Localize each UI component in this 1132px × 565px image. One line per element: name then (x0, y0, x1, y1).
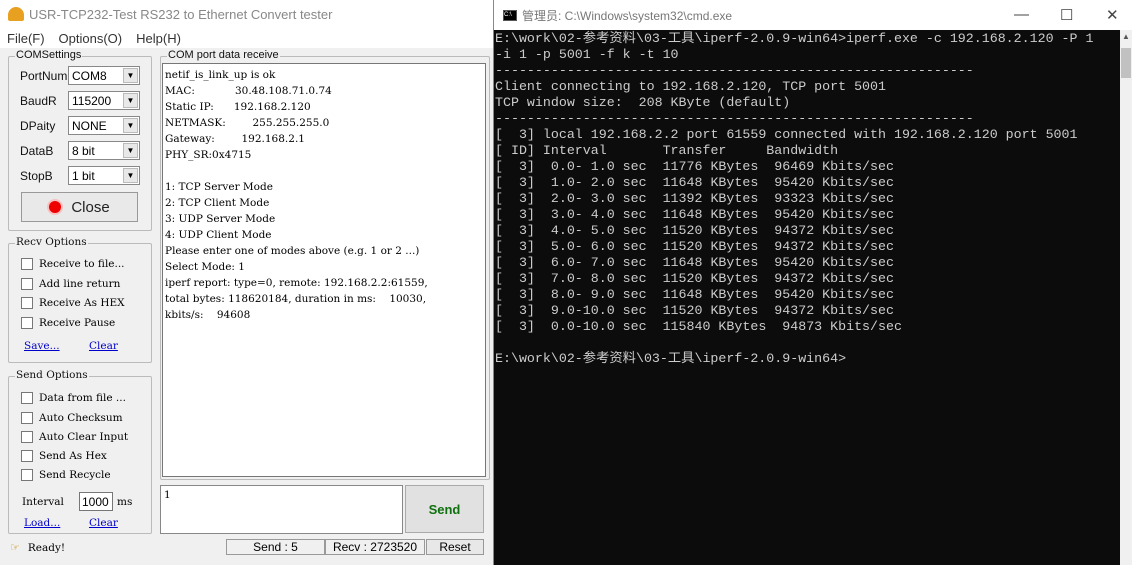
title-bar: USR-TCP232-Test RS232 to Ethernet Conver… (0, 0, 493, 28)
clear-send-link[interactable]: Clear (89, 517, 118, 529)
checkbox-box[interactable] (21, 412, 33, 424)
group-title: COM port data receive (167, 49, 280, 61)
group-title: Send Options (15, 369, 89, 381)
add-line-return-checkbox[interactable]: Add line return (21, 278, 120, 290)
checkbox-box[interactable] (21, 469, 33, 481)
select-value: 8 bit (72, 143, 95, 158)
hand-pointer-icon: ☞ (10, 542, 20, 554)
checkbox-label: Send As Hex (39, 450, 107, 462)
field-label: DataB (20, 143, 54, 158)
select-value: 115200 (72, 93, 112, 108)
chevron-down-icon[interactable]: ▼ (123, 168, 138, 183)
receive-textarea[interactable]: netif_is_link_up is ok MAC: 30.48.108.71… (162, 63, 486, 477)
close-icon[interactable]: ✕ (1106, 6, 1119, 24)
baudrate-select[interactable]: 115200 ▼ (68, 91, 140, 110)
minimize-icon[interactable]: — (1014, 6, 1029, 23)
checkbox-label: Receive to file... (39, 258, 125, 270)
portnum-row: PortNum COM8 ▼ (20, 66, 140, 85)
chevron-down-icon[interactable]: ▼ (123, 93, 138, 108)
chevron-down-icon[interactable]: ▼ (123, 143, 138, 158)
portnum-select[interactable]: COM8 ▼ (68, 66, 140, 85)
databits-row: DataB 8 bit ▼ (20, 141, 140, 160)
status-light-icon (49, 201, 62, 213)
status-text: Ready! (27, 541, 66, 554)
interval-row: Interval 1000 ms (22, 492, 132, 511)
checkbox-box[interactable] (21, 258, 33, 270)
interval-label: Interval (22, 495, 64, 508)
checkbox-label: Send Recycle (39, 469, 111, 481)
reset-button[interactable]: Reset (426, 539, 484, 555)
field-label: PortNum (20, 68, 68, 83)
menu-file[interactable]: File(F) (0, 31, 52, 46)
menu-options[interactable]: Options(O) (52, 31, 130, 46)
select-value: COM8 (72, 68, 107, 83)
select-value: 1 bit (72, 168, 95, 183)
clear-receive-link[interactable]: Clear (89, 340, 118, 352)
checkbox-label: Add line return (39, 278, 121, 290)
close-port-button[interactable]: Close (21, 192, 138, 222)
receive-as-hex-checkbox[interactable]: Receive As HEX (21, 297, 125, 309)
group-title: COMSettings (15, 49, 83, 61)
checkbox-box[interactable] (21, 297, 33, 309)
interval-unit: ms (117, 495, 133, 508)
send-input[interactable]: 1 (160, 485, 403, 534)
load-link[interactable]: Load... (24, 517, 60, 529)
parity-row: DPaity NONE ▼ (20, 116, 140, 135)
send-count: Send : 5 (226, 539, 325, 555)
menu-help[interactable]: Help(H) (129, 31, 188, 46)
receive-pause-checkbox[interactable]: Receive Pause (21, 317, 115, 329)
databits-select[interactable]: 8 bit ▼ (68, 141, 140, 160)
checkbox-label: Receive Pause (39, 317, 116, 329)
window-title: USR-TCP232-Test RS232 to Ethernet Conver… (29, 6, 333, 22)
parity-select[interactable]: NONE ▼ (68, 116, 140, 135)
chevron-down-icon[interactable]: ▼ (123, 68, 138, 83)
checkbox-box[interactable] (21, 278, 33, 290)
send-recycle-checkbox[interactable]: Send Recycle (21, 469, 111, 481)
select-value: NONE (72, 118, 107, 133)
app-icon (8, 7, 24, 21)
auto-clear-input-checkbox[interactable]: Auto Clear Input (21, 431, 128, 443)
send-as-hex-checkbox[interactable]: Send As Hex (21, 450, 107, 462)
cmd-title: 管理员: C:\Windows\system32\cmd.exe (522, 8, 733, 23)
usr-tcp232-window: USR-TCP232-Test RS232 to Ethernet Conver… (0, 0, 494, 565)
scroll-up-icon[interactable]: ▲ (1122, 32, 1130, 41)
checkbox-label: Data from file ... (39, 392, 126, 404)
menu-bar: File(F) Options(O) Help(H) (0, 28, 493, 48)
send-button[interactable]: Send (405, 485, 484, 533)
checkbox-label: Auto Checksum (39, 412, 123, 424)
maximize-icon[interactable]: ☐ (1060, 6, 1073, 24)
stopbits-row: StopB 1 bit ▼ (20, 166, 140, 185)
cmd-window: C:\ 管理员: C:\Windows\system32\cmd.exe — ☐… (494, 0, 1132, 565)
save-link[interactable]: Save... (24, 340, 60, 352)
recv-count: Recv : 2723520 (325, 539, 425, 555)
checkbox-box[interactable] (21, 450, 33, 462)
stopbits-select[interactable]: 1 bit ▼ (68, 166, 140, 185)
group-title: Recv Options (15, 236, 88, 248)
cmd-title-bar: C:\ 管理员: C:\Windows\system32\cmd.exe — ☐… (494, 0, 1132, 30)
field-label: BaudR (20, 93, 57, 108)
receive-to-file-checkbox[interactable]: Receive to file... (21, 258, 125, 270)
chevron-down-icon[interactable]: ▼ (123, 118, 138, 133)
cmd-output[interactable]: E:\work\02-参考资料\03-工具\iperf-2.0.9-win64>… (495, 31, 1119, 367)
interval-input[interactable]: 1000 (79, 492, 113, 511)
scrollbar[interactable]: ▲ (1120, 30, 1132, 565)
status-ready: ☞ Ready! (10, 541, 66, 555)
baudrate-row: BaudR 115200 ▼ (20, 91, 140, 110)
auto-checksum-checkbox[interactable]: Auto Checksum (21, 412, 123, 424)
checkbox-box[interactable] (21, 431, 33, 443)
checkbox-label: Receive As HEX (39, 297, 125, 309)
checkbox-box[interactable] (21, 317, 33, 329)
checkbox-box[interactable] (21, 392, 33, 404)
data-from-file-checkbox[interactable]: Data from file ... (21, 392, 126, 404)
button-label: Close (71, 198, 110, 216)
scrollbar-thumb[interactable] (1121, 48, 1131, 78)
cmd-icon: C:\ (503, 9, 517, 21)
field-label: DPaity (20, 118, 56, 133)
checkbox-label: Auto Clear Input (39, 431, 129, 443)
field-label: StopB (20, 168, 53, 183)
